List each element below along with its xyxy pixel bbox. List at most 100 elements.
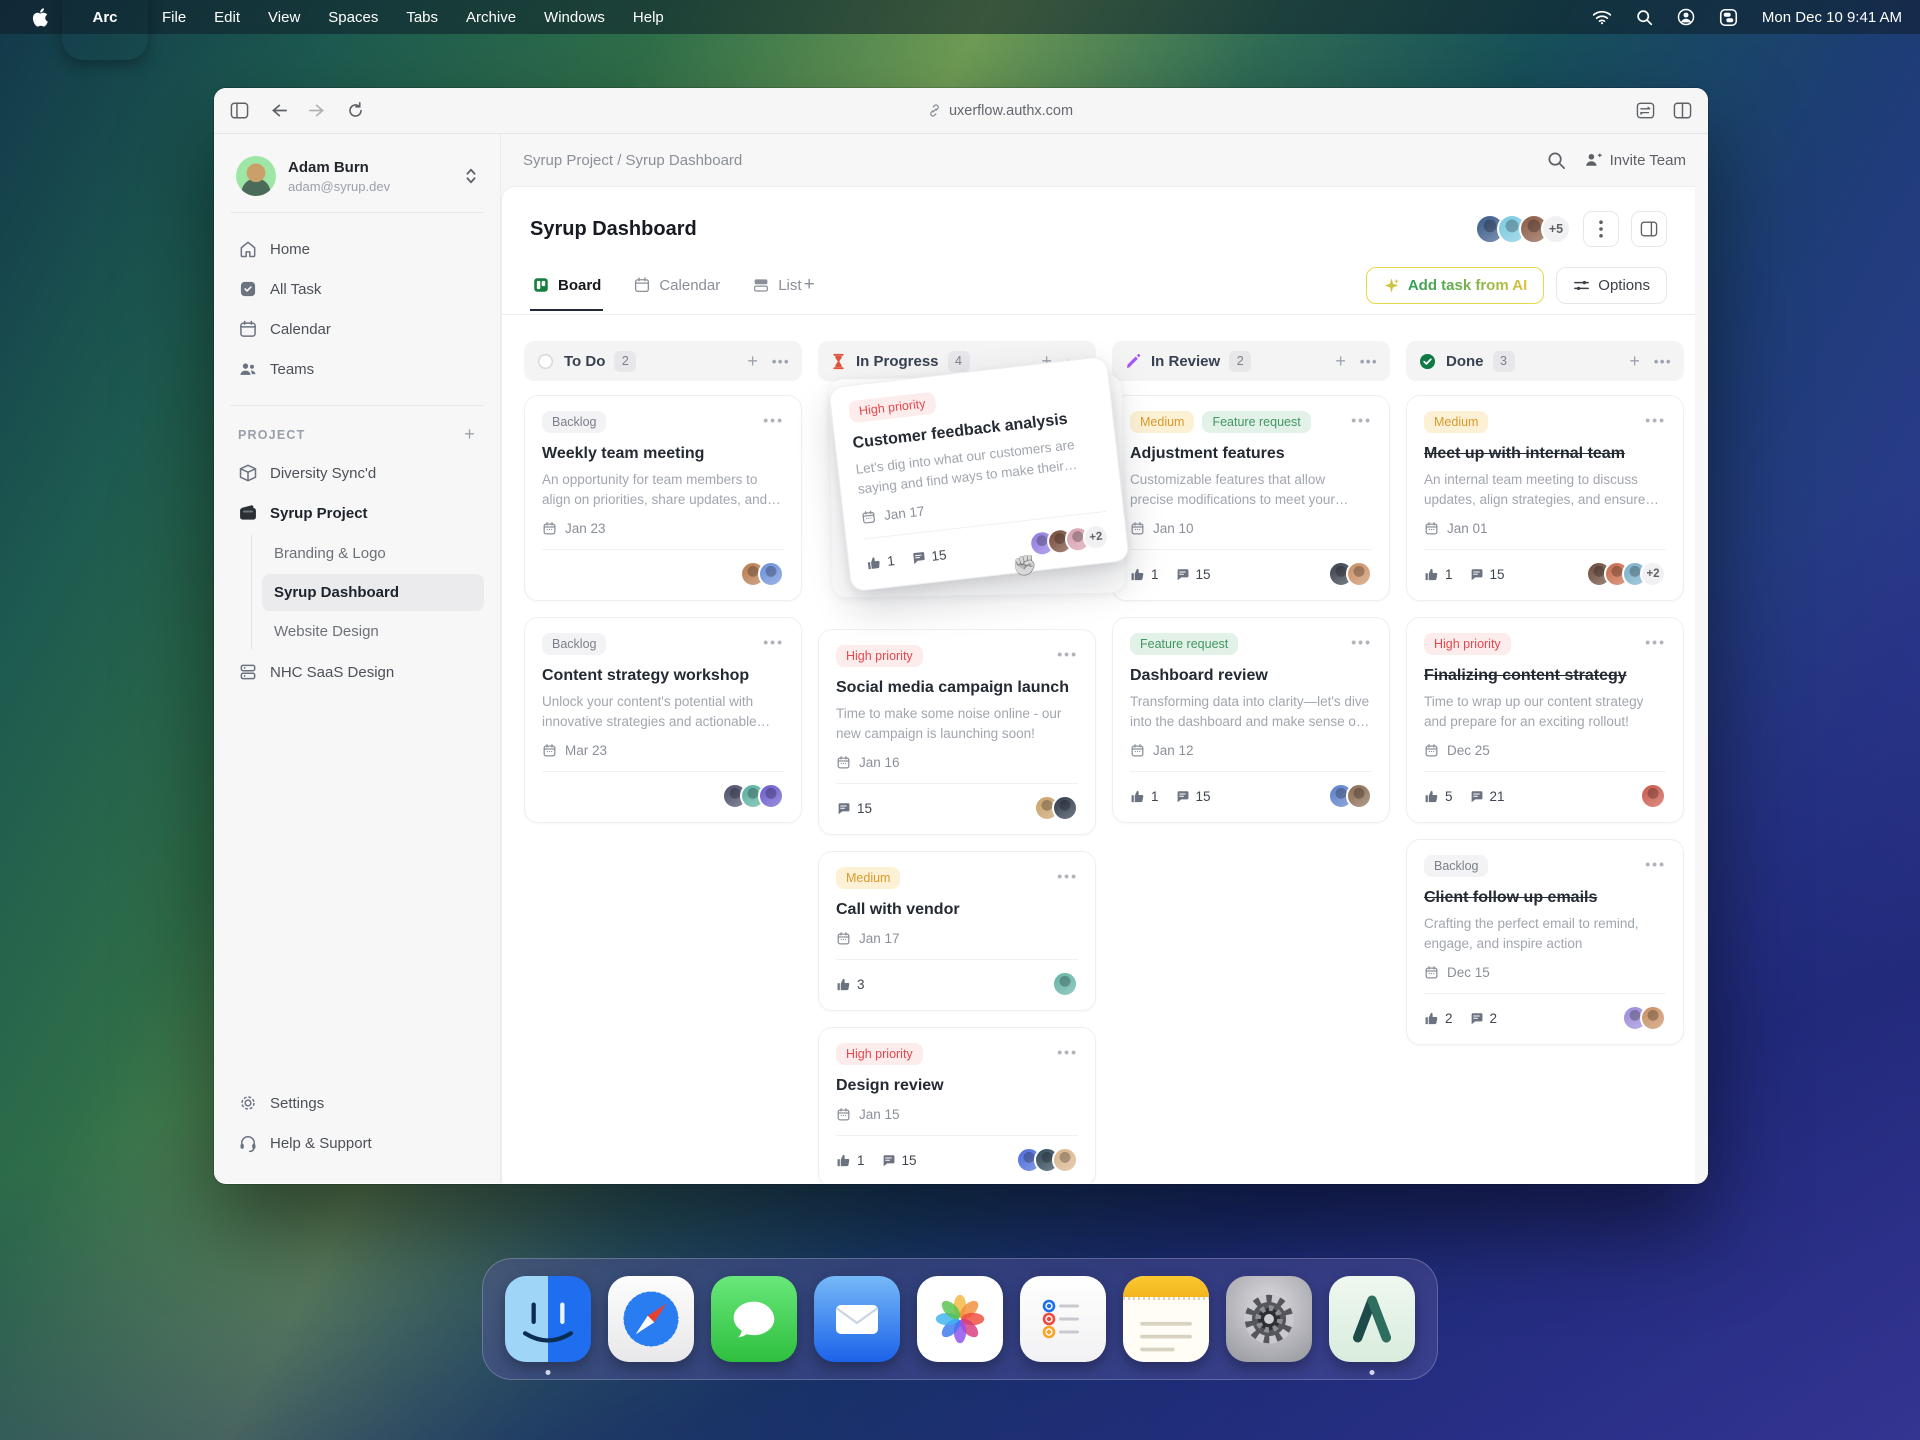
add-project-button[interactable]: + [464, 424, 476, 445]
dock-app-messages[interactable] [711, 1276, 797, 1362]
menu-item-windows[interactable]: Windows [530, 9, 619, 26]
forward-icon[interactable] [308, 102, 327, 119]
card-menu-button[interactable]: ••• [1351, 633, 1372, 649]
dock-app-mail[interactable] [814, 1276, 900, 1362]
likes-stat[interactable]: 1 [866, 553, 896, 571]
task-card[interactable]: High priority••• Design review Jan 15 11… [818, 1027, 1096, 1183]
menu-item-tabs[interactable]: Tabs [392, 9, 452, 26]
card-menu-button[interactable]: ••• [1645, 411, 1666, 427]
comments-stat[interactable]: 15 [1175, 567, 1211, 582]
sidebar-subproject-branding-logo[interactable]: Branding & Logo [262, 535, 484, 572]
sidebar-item-teams[interactable]: Teams [230, 349, 484, 389]
sidebar-project-nhc-saas-design[interactable]: NHC SaaS Design [230, 652, 484, 692]
card-title[interactable]: Meet up with internal team [1424, 445, 1666, 463]
card-menu-button[interactable]: ••• [1645, 633, 1666, 649]
card-title[interactable]: Call with vendor [836, 901, 1078, 919]
split-view-icon[interactable] [1673, 102, 1692, 119]
column-menu-button[interactable]: ••• [1654, 354, 1672, 369]
comments-stat[interactable]: 15 [1469, 567, 1505, 582]
tab-calendar[interactable]: Calendar [631, 270, 722, 311]
card-menu-button[interactable]: ••• [1057, 1043, 1078, 1059]
likes-stat[interactable]: 1 [1130, 789, 1159, 804]
task-card[interactable]: Backlog••• Weekly team meeting An opport… [524, 395, 802, 601]
menu-item-file[interactable]: File [148, 9, 200, 26]
dragged-task-card[interactable]: High priority Customer feedback analysis… [828, 356, 1130, 592]
card-menu-button[interactable]: ••• [763, 633, 784, 649]
add-view-button[interactable]: + [804, 274, 815, 308]
dock-app-settings[interactable] [1226, 1276, 1312, 1362]
menu-item-archive[interactable]: Archive [452, 9, 530, 26]
menu-item-arc[interactable]: Arc [62, 0, 148, 60]
menu-item-view[interactable]: View [254, 9, 314, 26]
boost-icon[interactable] [1636, 102, 1655, 119]
back-icon[interactable] [269, 102, 288, 119]
task-card[interactable]: Backlog••• Client follow up emails Craft… [1406, 839, 1684, 1045]
likes-stat[interactable]: 2 [1424, 1011, 1453, 1026]
card-menu-button[interactable]: ••• [1351, 411, 1372, 427]
sidebar-item-home[interactable]: Home [230, 229, 484, 269]
task-card[interactable]: MediumFeature request••• Adjustment feat… [1112, 395, 1390, 601]
sidebar-item-calendar[interactable]: Calendar [230, 309, 484, 349]
card-title[interactable]: Weekly team meeting [542, 445, 784, 463]
account-switcher[interactable]: Adam Burn adam@syrup.dev [230, 152, 484, 213]
sidebar-item-all-task[interactable]: All Task [230, 269, 484, 309]
sidebar-item-help-support[interactable]: Help & Support [230, 1123, 484, 1163]
likes-stat[interactable]: 5 [1424, 789, 1453, 804]
menu-item-edit[interactable]: Edit [200, 9, 254, 26]
dock-app-notes[interactable] [1123, 1276, 1209, 1362]
add-card-button[interactable]: + [747, 352, 758, 370]
comments-stat[interactable]: 15 [881, 1153, 917, 1168]
task-card[interactable]: Medium••• Meet up with internal team An … [1406, 395, 1684, 601]
task-card[interactable]: Medium••• Call with vendor Jan 17 3 [818, 851, 1096, 1011]
likes-stat[interactable]: 1 [1424, 567, 1453, 582]
side-panel-toggle-button[interactable] [1631, 211, 1667, 247]
reload-icon[interactable] [347, 102, 364, 119]
apple-menu[interactable] [18, 8, 62, 27]
sidebar-toggle-icon[interactable] [230, 102, 249, 119]
search-icon[interactable] [1636, 9, 1653, 26]
options-button[interactable]: Options [1556, 267, 1667, 304]
card-menu-button[interactable]: ••• [1057, 867, 1078, 883]
avatar-overflow-badge[interactable]: +5 [1541, 214, 1571, 244]
card-title[interactable]: Client follow up emails [1424, 889, 1666, 907]
invite-team-button[interactable]: Invite Team [1584, 151, 1686, 169]
menu-item-spaces[interactable]: Spaces [314, 9, 392, 26]
sidebar-subproject-website-design[interactable]: Website Design [262, 613, 484, 650]
card-title[interactable]: Finalizing content strategy [1424, 667, 1666, 685]
user-icon[interactable] [1677, 8, 1695, 26]
card-title[interactable]: Design review [836, 1077, 1078, 1095]
dock-app-arc[interactable] [1329, 1276, 1415, 1362]
tab-list[interactable]: List [750, 270, 803, 311]
control-center-icon[interactable] [1719, 8, 1738, 27]
comments-stat[interactable]: 2 [1469, 1011, 1498, 1026]
likes-stat[interactable]: 1 [836, 1153, 865, 1168]
task-card[interactable]: High priority••• Social media campaign l… [818, 629, 1096, 835]
comments-stat[interactable]: 15 [910, 547, 947, 566]
comments-stat[interactable]: 15 [1175, 789, 1211, 804]
task-card[interactable]: Feature request••• Dashboard review Tran… [1112, 617, 1390, 823]
card-title[interactable]: Dashboard review [1130, 667, 1372, 685]
card-menu-button[interactable]: ••• [763, 411, 784, 427]
url-bar[interactable]: uxerflow.authx.com [364, 103, 1636, 119]
dock-app-reminders[interactable] [1020, 1276, 1106, 1362]
sidebar-project-diversity-sync-d[interactable]: Diversity Sync'd [230, 453, 484, 493]
card-title[interactable]: Social media campaign launch [836, 679, 1078, 697]
add-card-button[interactable]: + [1335, 352, 1346, 370]
comments-stat[interactable]: 15 [836, 801, 872, 816]
add-card-button[interactable]: + [1629, 352, 1640, 370]
dock-app-photos[interactable] [917, 1276, 1003, 1362]
member-avatars[interactable]: +5 [1475, 214, 1571, 244]
task-card[interactable]: High priority••• Finalizing content stra… [1406, 617, 1684, 823]
tab-board[interactable]: Board [530, 270, 603, 311]
dock-app-safari[interactable] [608, 1276, 694, 1362]
sidebar-subproject-syrup-dashboard[interactable]: Syrup Dashboard [262, 574, 484, 611]
card-title[interactable]: Adjustment features [1130, 445, 1372, 463]
comments-stat[interactable]: 21 [1469, 789, 1505, 804]
chevron-updown-icon[interactable] [464, 167, 478, 185]
sidebar-item-settings[interactable]: Settings [230, 1083, 484, 1123]
card-menu-button[interactable]: ••• [1057, 645, 1078, 661]
add-task-from-ai-button[interactable]: Add task from AI [1366, 267, 1544, 304]
task-card[interactable]: Backlog••• Content strategy workshop Unl… [524, 617, 802, 823]
dock-app-finder[interactable] [505, 1276, 591, 1362]
likes-stat[interactable]: 1 [1130, 567, 1159, 582]
